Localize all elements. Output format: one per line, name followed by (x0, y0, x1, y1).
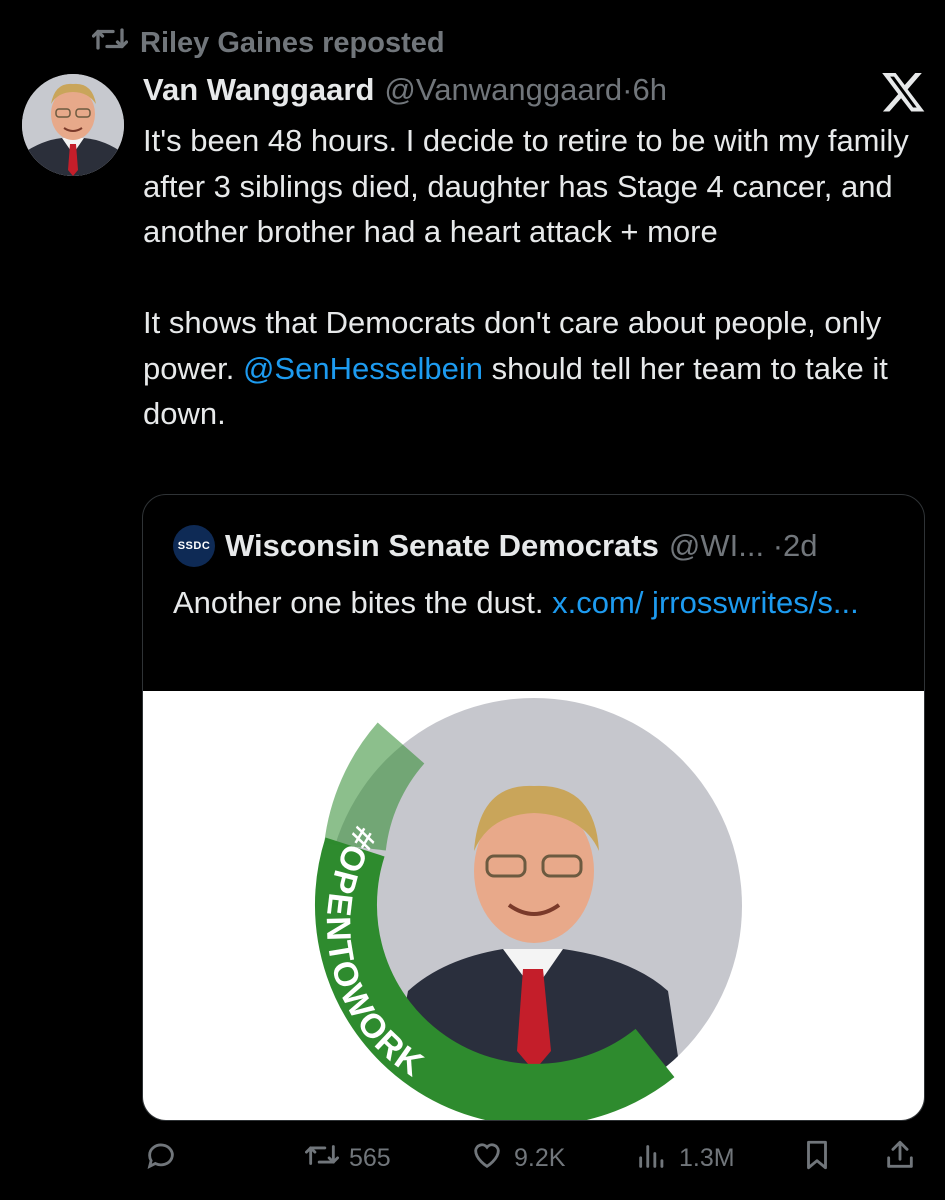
quoted-post-text: Another one bites the dust. x.com/ jrros… (173, 579, 893, 627)
share-button[interactable] (883, 1138, 917, 1179)
repost-icon (305, 1138, 339, 1179)
reply-button[interactable] (144, 1138, 178, 1179)
quoted-post[interactable]: SSDC Wisconsin Senate Democrats @WI... ·… (142, 494, 925, 1121)
author-name[interactable]: Van Wanggaard (143, 72, 374, 108)
like-count: 9.2K (514, 1144, 566, 1172)
bookmark-button[interactable] (800, 1138, 834, 1179)
repost-label: Riley Gaines reposted (140, 26, 445, 59)
quoted-time-separator: · (772, 528, 784, 563)
ssdc-avatar[interactable]: SSDC (173, 525, 215, 567)
reply-icon (144, 1138, 178, 1179)
mention-link[interactable]: @SenHesselbein (243, 351, 483, 386)
repost-button[interactable]: 565 (305, 1138, 391, 1179)
quoted-link[interactable]: x.com/ jrrosswrites/s... (552, 585, 859, 620)
tweet-screenshot: Riley Gaines reposted Van Wanggaard @Van… (0, 0, 945, 1200)
post-text: It's been 48 hours. I decide to retire t… (143, 118, 933, 437)
author-handle[interactable]: @Vanwanggaard·6h (384, 72, 667, 108)
views-icon (635, 1138, 669, 1179)
like-button[interactable]: 9.2K (470, 1138, 565, 1179)
share-icon (883, 1138, 917, 1179)
repost-count: 565 (349, 1144, 391, 1172)
post-time: 6h (632, 72, 667, 107)
bookmark-icon (800, 1138, 834, 1179)
heart-icon (470, 1138, 504, 1179)
post-paragraph-1: It's been 48 hours. I decide to retire t… (143, 123, 909, 249)
x-logo-icon (882, 73, 926, 113)
author-handle-text: @Vanwanggaard (384, 72, 623, 107)
quoted-author-handle[interactable]: @WI... ·2d (669, 528, 818, 564)
views-button[interactable]: 1.3M (635, 1138, 735, 1179)
views-count: 1.3M (679, 1144, 735, 1172)
repost-indicator[interactable]: Riley Gaines reposted (91, 24, 445, 62)
quoted-text: Another one bites the dust. (173, 585, 553, 620)
quoted-handle-text: @WI... (668, 528, 765, 563)
quoted-post-time: 2d (783, 528, 818, 563)
post-header: Van Wanggaard @Vanwanggaard·6h (143, 72, 667, 108)
quoted-image[interactable]: #OPENTOWORK (143, 691, 924, 1120)
avatar[interactable] (22, 74, 124, 176)
action-bar: 565 9.2K 1.3M (0, 1138, 945, 1182)
quoted-author-name[interactable]: Wisconsin Senate Democrats (225, 528, 659, 564)
quoted-post-header: SSDC Wisconsin Senate Democrats @WI... ·… (173, 525, 818, 567)
time-separator: · (622, 72, 633, 107)
repost-icon (91, 24, 129, 62)
post-paragraph-2: It shows that Democrats don't care about… (143, 300, 933, 437)
